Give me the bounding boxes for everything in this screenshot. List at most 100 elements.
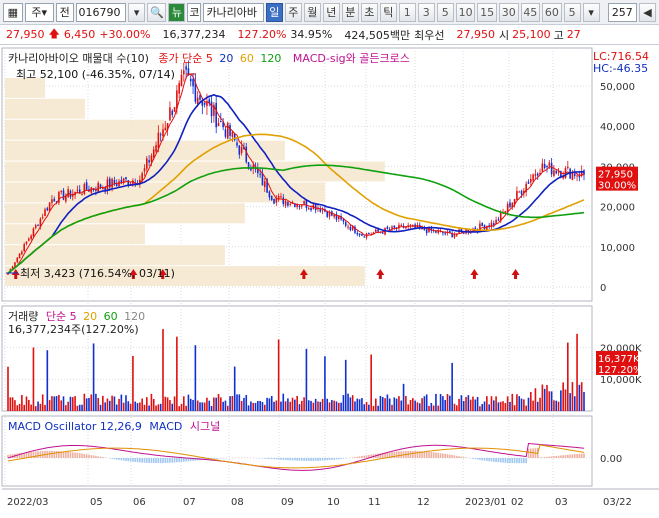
volume-bar (322, 399, 324, 411)
macd-histogram-bar (424, 451, 426, 458)
candle-body (158, 133, 160, 148)
stock-code-input[interactable]: 016790 (76, 3, 127, 22)
volume-bar (107, 398, 109, 411)
candle-body (178, 83, 180, 94)
macd-histogram-bar (213, 458, 215, 459)
volume-bar (95, 394, 97, 411)
volume-bar (303, 397, 305, 411)
interval-30[interactable]: 30 (499, 3, 519, 22)
period-month[interactable]: 월 (304, 3, 321, 22)
volume-bar (319, 402, 321, 411)
volume-bar (366, 402, 368, 411)
macd-histogram-bar (442, 453, 444, 458)
volume-bar (377, 406, 379, 411)
volume-bar (70, 397, 72, 411)
interval-dropdown-icon[interactable]: ▾ (583, 3, 600, 22)
news-icon[interactable]: 뉴 (168, 3, 185, 22)
volume-bar (523, 399, 525, 411)
market-select[interactable]: 주▾ (25, 3, 54, 22)
interval-60[interactable]: 60 (542, 3, 562, 22)
period-second[interactable]: 초 (361, 3, 378, 22)
volume-bar (546, 385, 548, 411)
candle-body (363, 237, 365, 238)
macd-histogram-bar (426, 452, 428, 458)
time-tick-label: 06 (133, 497, 146, 508)
interval-45[interactable]: 45 (521, 3, 541, 22)
candle-body (271, 196, 273, 200)
macd-label: MACD (149, 420, 182, 433)
volume-bar (565, 389, 567, 411)
volume-bar (176, 337, 178, 411)
prev-icon[interactable]: ◀ (639, 3, 656, 22)
volume-bar (491, 396, 493, 411)
macd-histogram-bar (294, 458, 296, 461)
stock-chart[interactable]: 최고 52,100 (-46.35%, 07/14)최저 3,423 (716.… (0, 46, 659, 515)
macd-histogram-bar (333, 458, 335, 460)
volume-bar (424, 396, 426, 411)
candle-body (23, 244, 25, 251)
volume-bar (361, 398, 363, 411)
signal-label: MACD-sig와 골든크로스 (293, 52, 410, 65)
candle-body (444, 233, 446, 234)
volume-bar (65, 405, 67, 411)
interval-1[interactable]: 1 (399, 3, 416, 22)
volume-bar (426, 394, 428, 411)
volume-bar (88, 398, 90, 411)
volume-bar (313, 403, 315, 411)
volume-bar (215, 398, 217, 411)
candle-body (509, 203, 511, 208)
volume-bar (21, 395, 23, 411)
macd-histogram-bar (525, 458, 527, 463)
macd-zero-label: 0.00 (600, 454, 622, 465)
volume-bar (67, 402, 69, 411)
macd-histogram-bar (479, 458, 481, 460)
macd-histogram-bar (280, 458, 282, 460)
code-dropdown-icon[interactable]: ▾ (128, 3, 145, 22)
period-year[interactable]: 년 (323, 3, 340, 22)
candle-body (280, 196, 282, 197)
period-week[interactable]: 주 (285, 3, 302, 22)
candle-body (171, 111, 173, 115)
period-tick[interactable]: 틱 (380, 3, 397, 22)
mode-select[interactable]: 전 (56, 3, 74, 22)
period-day[interactable]: 일 (266, 3, 283, 22)
volume-bar (394, 397, 396, 411)
volume-bar (252, 403, 254, 411)
bid-price: 27,950 (456, 28, 495, 41)
volume-bar (289, 402, 291, 411)
volume-bar (132, 356, 134, 411)
macd-histogram-bar (171, 458, 173, 463)
volume-bar (141, 399, 143, 411)
candle-body (116, 184, 118, 186)
interval-3[interactable]: 3 (418, 3, 435, 22)
menu-icon[interactable]: ▦ (3, 3, 23, 22)
interval-10[interactable]: 10 (456, 3, 476, 22)
macd-histogram-bar (518, 458, 520, 463)
interval-custom[interactable]: 5 (564, 3, 581, 22)
macd-histogram-bar (361, 456, 363, 458)
candle-body (555, 170, 557, 173)
macd-histogram-bar (121, 458, 123, 460)
macd-histogram-bar (338, 458, 340, 459)
volume-bar (259, 401, 261, 411)
volume-bar (220, 397, 222, 411)
period-minute[interactable]: 분 (342, 3, 359, 22)
candle-body (537, 174, 539, 176)
interval-15[interactable]: 15 (477, 3, 497, 22)
volume-bar (199, 402, 201, 411)
price-tick-label: 20,000 (600, 203, 635, 214)
volume-bar (400, 400, 402, 411)
macd-histogram-bar (553, 456, 555, 458)
macd-histogram-bar (282, 458, 284, 460)
candle-body (47, 208, 49, 210)
search-icon[interactable]: 🔍 (147, 3, 166, 22)
volume-bar (53, 396, 55, 411)
volume-bar (206, 398, 208, 411)
chart-area[interactable]: 최고 52,100 (-46.35%, 07/14)최저 3,423 (716.… (0, 46, 659, 515)
candle-body (174, 107, 176, 112)
volume-bar (58, 395, 60, 411)
volume-bar (280, 402, 282, 411)
interval-5[interactable]: 5 (437, 3, 454, 22)
candle-body (375, 230, 377, 232)
count-input[interactable]: 257 (608, 3, 637, 22)
